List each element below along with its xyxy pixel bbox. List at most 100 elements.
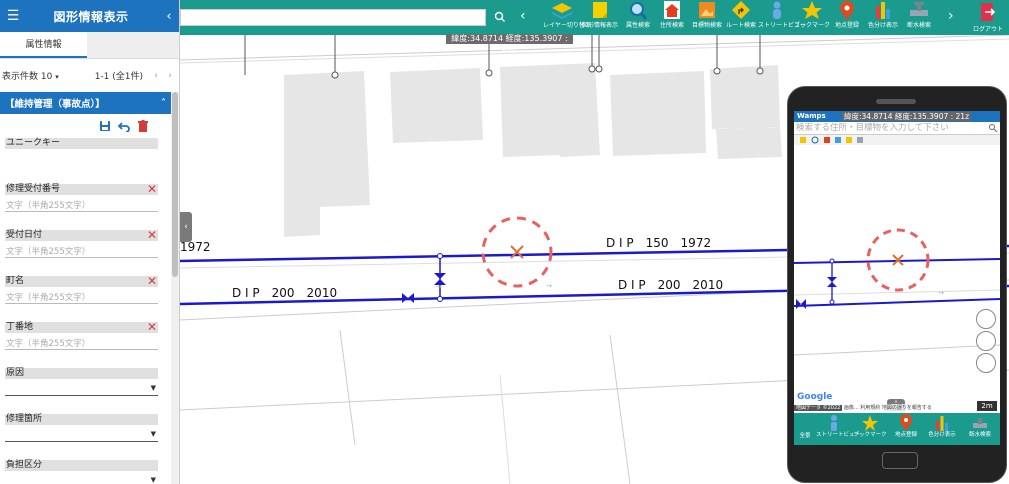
- building: [284, 71, 370, 237]
- repair-location-select[interactable]: ▼: [5, 428, 158, 442]
- locate-control-icon[interactable]: [976, 331, 996, 351]
- logout-icon: [981, 3, 996, 21]
- bookmark-button[interactable]: ブックマーク: [793, 0, 831, 35]
- clear-x-icon[interactable]: ✕: [146, 321, 158, 334]
- search-icon[interactable]: [988, 123, 998, 133]
- color-bars-icon: [876, 2, 890, 19]
- field-repair-number: 修理受付番号 ✕ 文字（半角255文字）: [0, 183, 171, 230]
- button-label: ストリートビュー: [816, 432, 861, 438]
- street-view-button[interactable]: ストリートビュー: [758, 0, 806, 35]
- dropdown-arrow-icon: ▼: [150, 384, 156, 392]
- next-page-icon[interactable]: ›: [163, 71, 177, 81]
- compass-control-icon[interactable]: [976, 309, 996, 329]
- field-block-number: 丁番地 ✕ 文字（半角255文字）: [0, 321, 171, 368]
- field-label: 丁番地: [5, 322, 158, 333]
- phone-coordinate-readout: 緯度:34.8714 経度:135.3907 : 21z: [842, 112, 972, 121]
- svg-text:→: →: [546, 282, 552, 290]
- phone-icon-strip: [794, 135, 1000, 145]
- prev-page-icon[interactable]: ‹: [149, 71, 163, 81]
- chevron-left-icon[interactable]: ‹: [159, 9, 179, 24]
- phone-full-view-button[interactable]: 全景: [794, 413, 816, 445]
- attribute-panel: ☰ 図形情報表示 ‹ 属性情報 表示件数 10 ▾ 1-1 (全1件) ‹ › …: [0, 0, 180, 484]
- phone-outage-search-button[interactable]: 断水検索: [960, 413, 1000, 445]
- map-pin-icon: [840, 1, 854, 20]
- phone-search-input[interactable]: 検索する住所・目標物を入力して下さい: [794, 122, 1000, 135]
- building: [390, 68, 483, 143]
- button-label: ルート検索: [725, 22, 756, 29]
- phone-color-display-button[interactable]: 色分け表示: [924, 413, 960, 445]
- dropdown-arrow-icon: ▾: [55, 73, 59, 81]
- dropdown-arrow-icon: ▼: [150, 476, 156, 484]
- per-page-selector[interactable]: 表示件数 10 ▾: [2, 69, 74, 82]
- received-date-input[interactable]: 文字（半角255文字）: [5, 245, 158, 258]
- undo-icon[interactable]: [118, 120, 130, 132]
- field-cost-share: 負担区分 ▼: [0, 460, 171, 484]
- phone-street-view-button[interactable]: ストリートビュー: [816, 413, 861, 445]
- field-label: 町名: [5, 276, 158, 287]
- field-cause: 原因 ▼: [0, 368, 171, 414]
- magnifier-icon: [630, 2, 648, 20]
- hamburger-menu-icon[interactable]: ☰: [3, 8, 23, 24]
- map-pin-icon: [900, 414, 912, 431]
- svg-text:→: →: [938, 289, 944, 297]
- trash-icon[interactable]: [137, 120, 149, 132]
- valve-icon: [910, 2, 928, 16]
- panel-toggle-tab[interactable]: ‹: [180, 212, 192, 242]
- clear-x-icon[interactable]: ✕: [146, 229, 158, 242]
- button-label: 断水検索: [906, 22, 931, 29]
- town-input[interactable]: 文字（半角255文字）: [5, 291, 158, 304]
- phone-header: Wamps 緯度:34.8714 経度:135.3907 : 21z: [794, 111, 1000, 122]
- address-search-input[interactable]: [180, 9, 486, 26]
- field-unique-key: ユニークキー: [0, 138, 171, 184]
- map-attribution: 地図データ ©2022 画像... 利用規約 地図の誤りを報告する: [794, 404, 1000, 412]
- phone-bookmark-button[interactable]: ブックマーク: [852, 413, 888, 445]
- toolbar-prev-icon[interactable]: ‹: [520, 8, 526, 24]
- phone-speaker: [876, 99, 916, 104]
- logout-button[interactable]: ログアウト: [967, 0, 1009, 35]
- cause-select[interactable]: ▼: [5, 382, 158, 396]
- field-label: 原因: [5, 368, 158, 379]
- repair-number-input[interactable]: 文字（半角255文字）: [5, 199, 158, 212]
- pipe-label: D I P 200 2010: [232, 286, 337, 300]
- tab-attribute-info[interactable]: 属性情報: [0, 32, 87, 58]
- search-icon[interactable]: [493, 10, 507, 24]
- clear-x-icon[interactable]: ✕: [146, 275, 158, 288]
- map-data-label: 地図データ ©2022: [794, 405, 843, 411]
- phone-point-register-button[interactable]: 地点登録: [888, 413, 924, 445]
- panel-scrollbar[interactable]: [171, 92, 179, 484]
- button-label: ブックマーク: [853, 432, 887, 438]
- shape-info-button[interactable]: 図形情報表示: [581, 0, 619, 35]
- address-search-button[interactable]: 住所検索: [652, 0, 692, 35]
- color-display-button[interactable]: 色分け表示: [864, 0, 902, 35]
- map-terms[interactable]: 画像... 利用規約 地図の誤りを報告する: [844, 405, 932, 411]
- route-sign-icon: [732, 1, 750, 19]
- scrollbar-thumb[interactable]: [172, 92, 178, 277]
- point-register-button[interactable]: 地点登録: [828, 0, 866, 35]
- phone-preview: Wamps 緯度:34.8714 経度:135.3907 : 21z 検索する住…: [787, 86, 1007, 483]
- button-label: 断水検索: [968, 432, 991, 438]
- block-number-input[interactable]: 文字（半角255文字）: [5, 337, 158, 350]
- clear-x-icon[interactable]: ✕: [146, 183, 158, 196]
- building: [610, 71, 706, 156]
- cost-share-select[interactable]: ▼: [5, 474, 158, 484]
- panel-title: 図形情報表示: [53, 9, 129, 24]
- phone-screen: Wamps 緯度:34.8714 経度:135.3907 : 21z 検索する住…: [794, 111, 1000, 445]
- layer-switch-button[interactable]: レイヤー切り替え: [543, 0, 591, 35]
- landmark-search-button[interactable]: 目標物検索: [688, 0, 726, 35]
- toolbar-next-icon[interactable]: ›: [948, 8, 954, 24]
- save-icon[interactable]: [99, 120, 111, 132]
- phone-map[interactable]: →: [794, 145, 1000, 407]
- building: [710, 65, 780, 129]
- field-label: 受付日付: [5, 230, 158, 241]
- sticky-note-icon: [593, 2, 607, 18]
- panel-header: ☰ 図形情報表示 ‹: [0, 0, 179, 32]
- outage-search-button[interactable]: 断水検索: [900, 0, 938, 35]
- house-icon: [664, 1, 680, 19]
- navigate-control-icon[interactable]: [976, 353, 996, 373]
- panel-body: 【維持管理（事故点）】 ˄ ユニークキー 修理受付番号 ✕ 文字（半角255文字…: [0, 92, 171, 484]
- section-header[interactable]: 【維持管理（事故点）】 ˄: [0, 92, 171, 114]
- pipe-label: D I P 200 2010: [618, 278, 723, 292]
- panel-tabs: 属性情報: [0, 32, 179, 59]
- collapse-up-icon[interactable]: ˄: [161, 98, 166, 109]
- route-search-button[interactable]: ルート検索: [722, 0, 760, 35]
